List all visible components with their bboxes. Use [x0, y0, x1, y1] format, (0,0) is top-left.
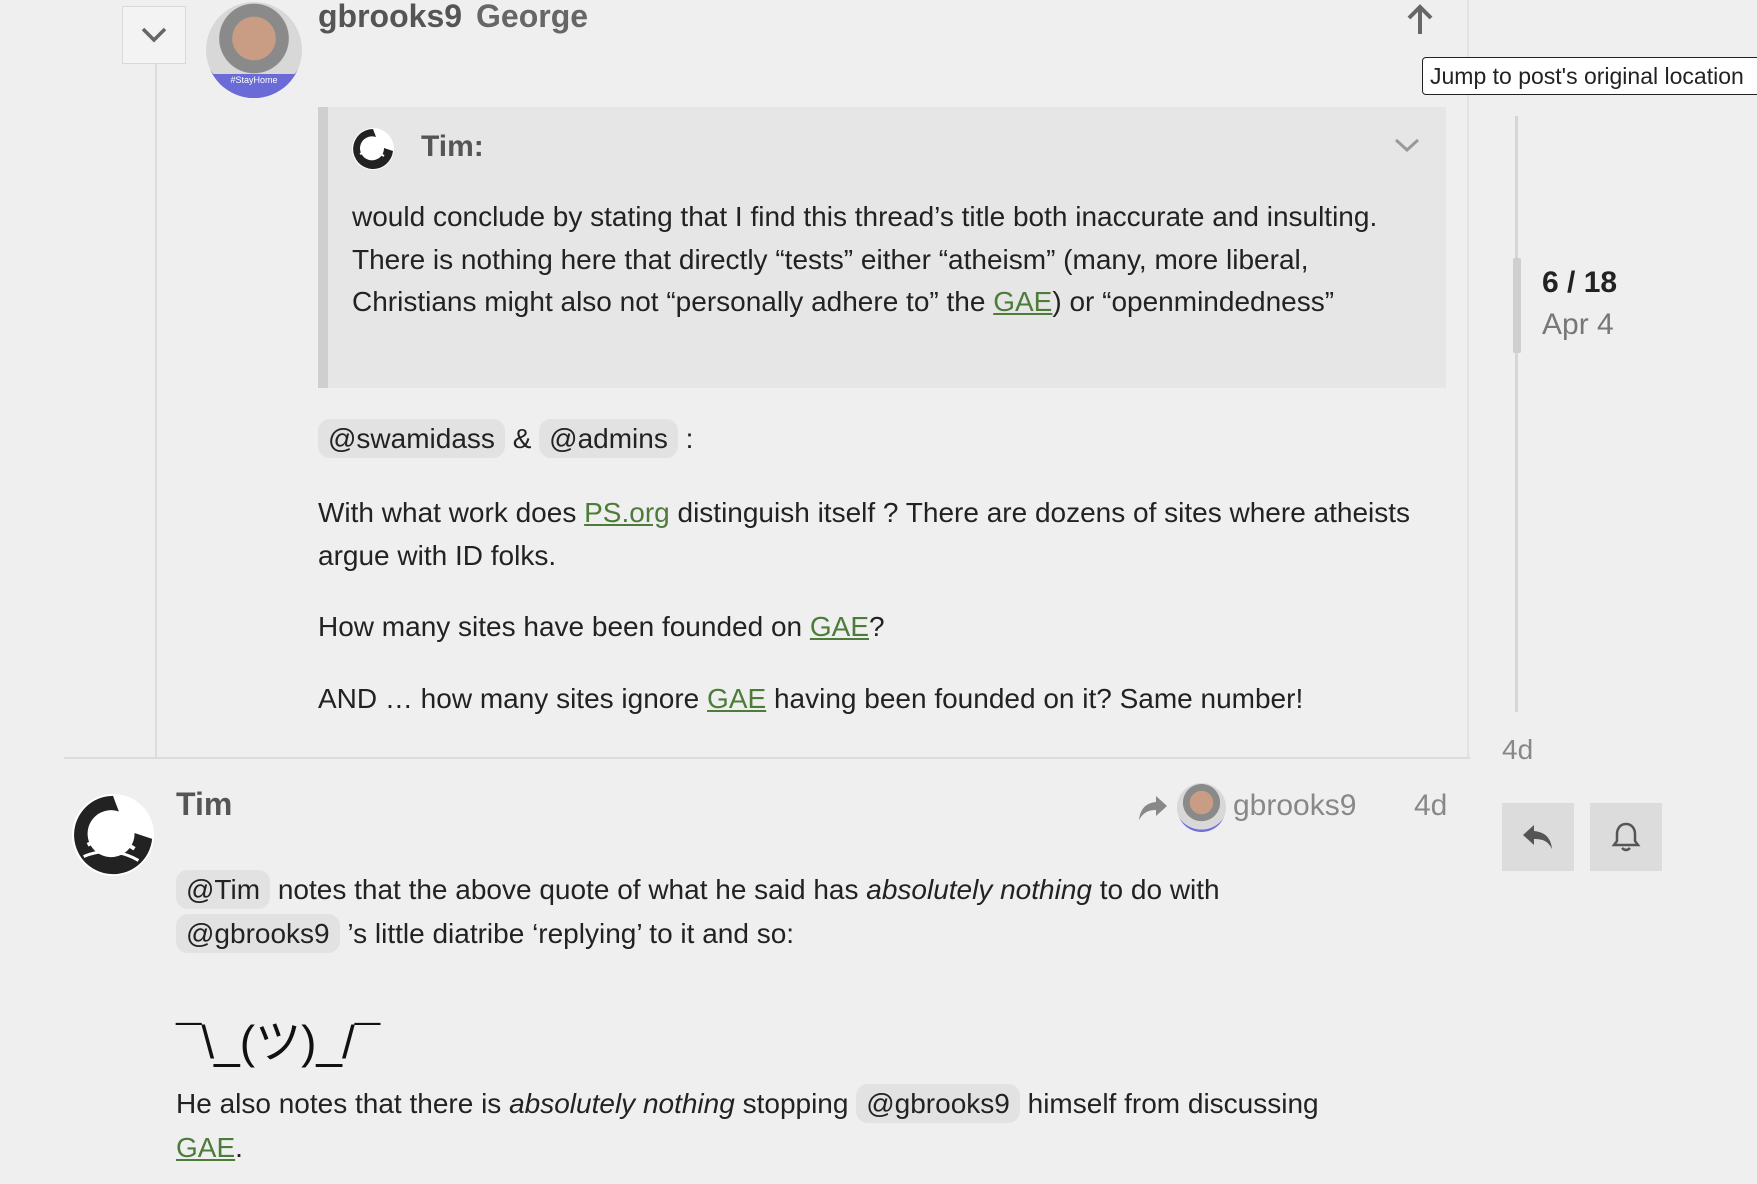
- post-paragraph: How many sites have been founded on GAE?: [318, 611, 885, 642]
- raven-logo-icon: [71, 793, 155, 877]
- bell-icon: [1611, 822, 1641, 852]
- mentions-line: @swamidass & @admins :: [318, 418, 1438, 461]
- chevron-down-icon: [141, 27, 167, 43]
- thread-line: [155, 64, 157, 759]
- gae-link[interactable]: GAE: [993, 286, 1052, 317]
- post-paragraph: He also notes that there is absolutely n…: [176, 1083, 1476, 1126]
- gae-link[interactable]: GAE: [810, 611, 869, 642]
- mention-tim[interactable]: @Tim: [176, 870, 271, 909]
- post-divider: [64, 757, 1470, 759]
- mention-gbrooks9[interactable]: @gbrooks9: [856, 1084, 1020, 1123]
- post-paragraph: With what work does PS.org distinguish i…: [318, 497, 1411, 571]
- reply-to-indicator[interactable]: [1136, 790, 1170, 824]
- reply-to-username[interactable]: gbrooks9: [1233, 789, 1356, 823]
- jump-to-post-button[interactable]: [1402, 2, 1438, 38]
- shrug-emoticon: ¯\_(ツ)_/¯: [176, 1016, 381, 1068]
- share-reply-icon: [1139, 796, 1167, 820]
- timeline-last-age[interactable]: 4d: [1502, 734, 1533, 766]
- post-right-border: [1467, 0, 1469, 759]
- mention-admins[interactable]: @admins: [539, 419, 678, 458]
- collapse-replies-button[interactable]: [122, 6, 186, 64]
- post-paragraph: @Tim notes that the above quote of what …: [176, 869, 1436, 912]
- arrow-up-icon: [1407, 4, 1433, 34]
- tooltip: Jump to post's original location: [1422, 57, 1757, 95]
- timeline-handle[interactable]: [1513, 258, 1521, 353]
- notification-button[interactable]: [1590, 803, 1662, 871]
- post-date[interactable]: 4d: [1414, 789, 1447, 823]
- full-name: George: [476, 0, 589, 34]
- quote-text: would conclude by stating that I find th…: [352, 201, 1378, 317]
- gae-link[interactable]: GAE: [707, 683, 766, 714]
- chevron-down-icon: [1394, 138, 1420, 153]
- timeline-date: Apr 4: [1542, 308, 1614, 341]
- timeline-track[interactable]: [1515, 116, 1518, 712]
- mention-swamidass[interactable]: @swamidass: [318, 419, 505, 458]
- reply-to-avatar[interactable]: [1177, 783, 1226, 832]
- raven-logo-icon: [352, 128, 394, 170]
- post-paragraph: GAE.: [176, 1132, 243, 1163]
- reply-icon: [1523, 825, 1552, 849]
- post-author[interactable]: gbrooks9 George: [318, 0, 588, 35]
- quote-author: Tim:: [421, 130, 484, 163]
- timeline-position: 6 / 18: [1542, 266, 1618, 299]
- avatar[interactable]: [68, 790, 158, 880]
- username[interactable]: gbrooks9: [318, 0, 462, 34]
- post-author[interactable]: Tim: [176, 786, 232, 823]
- reply-button[interactable]: [1502, 803, 1574, 871]
- gae-link[interactable]: GAE: [176, 1132, 235, 1163]
- ps-org-link[interactable]: PS.org: [584, 497, 670, 528]
- post-paragraph: @gbrooks9 ’s little diatribe ‘replying’ …: [176, 913, 1436, 956]
- post-paragraph: AND … how many sites ignore GAE having b…: [318, 683, 1304, 714]
- avatar[interactable]: #StayHome: [206, 2, 302, 98]
- quote-avatar: [350, 126, 396, 172]
- mention-gbrooks9[interactable]: @gbrooks9: [176, 914, 340, 953]
- expand-quote-button[interactable]: [1392, 130, 1422, 160]
